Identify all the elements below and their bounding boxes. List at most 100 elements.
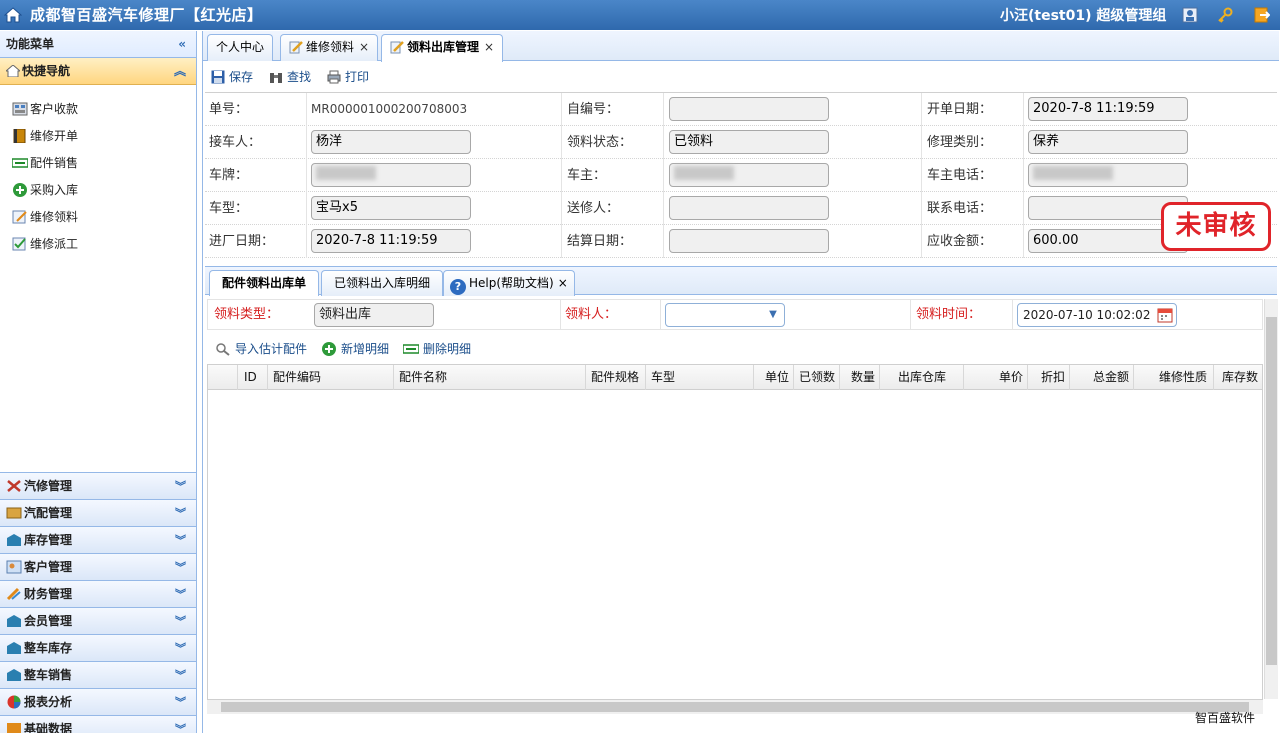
scroll-thumb[interactable] bbox=[221, 702, 1249, 712]
cell-divider bbox=[663, 126, 664, 159]
cell-divider bbox=[1023, 126, 1024, 159]
home-icon[interactable] bbox=[4, 7, 22, 23]
quick-item-repair-materials[interactable]: 维修领料 bbox=[0, 207, 196, 234]
entry-date-field[interactable]: 2020-7-8 11:19:59 bbox=[311, 229, 471, 253]
column-header[interactable]: 单价 bbox=[964, 365, 1028, 390]
import-label: 导入估计配件 bbox=[235, 342, 308, 356]
quick-item-dispatch[interactable]: 维修派工 bbox=[0, 234, 196, 261]
logout-icon[interactable] bbox=[1254, 7, 1270, 23]
open-date-label: 开单日期： bbox=[927, 102, 993, 117]
column-header[interactable]: 维修性质 bbox=[1134, 365, 1214, 390]
owner-phone-field[interactable] bbox=[1028, 163, 1188, 187]
column-header[interactable]: 已领数 bbox=[794, 365, 840, 390]
collapse-up-icon[interactable]: ︽ bbox=[174, 58, 186, 85]
footer-brand: 智百盛软件 bbox=[1195, 711, 1256, 725]
parts-grid: ID 配件编码 配件名称 配件规格 车型 单位 已领数 数量 出库仓库 单价 折… bbox=[207, 364, 1263, 700]
quick-item-customer-payment[interactable]: 客户收款 bbox=[0, 99, 196, 126]
close-tab-icon[interactable]: × bbox=[558, 276, 568, 290]
column-header[interactable]: 出库仓库 bbox=[880, 365, 964, 390]
status-field[interactable]: 已领料 bbox=[669, 130, 829, 154]
tab-materials-out-management[interactable]: 领料出库管理 × bbox=[381, 34, 504, 62]
tab-in-out-details[interactable]: 已领料出入库明细 bbox=[321, 270, 444, 296]
repair-type-field[interactable]: 保养 bbox=[1028, 130, 1188, 154]
close-tab-icon[interactable]: × bbox=[484, 40, 494, 54]
type-field[interactable]: 领料出库 bbox=[314, 303, 434, 327]
print-button[interactable]: 打印 bbox=[327, 68, 369, 86]
printer-icon bbox=[327, 70, 341, 84]
cell-divider bbox=[660, 300, 661, 329]
pencil-icon bbox=[289, 41, 303, 54]
self-no-field[interactable] bbox=[669, 97, 829, 121]
form-row: 单号： MR000001000200708003 自编号： 开单日期： 2020… bbox=[205, 93, 1277, 126]
menu-section-reports[interactable]: 报表分析 ︾ bbox=[0, 688, 196, 715]
search-button[interactable]: 查找 bbox=[269, 68, 311, 86]
calendar-icon[interactable] bbox=[1157, 307, 1173, 323]
receiver-field[interactable]: 杨洋 bbox=[311, 130, 471, 154]
close-tab-icon[interactable]: × bbox=[359, 40, 369, 54]
column-header[interactable]: 单位 bbox=[754, 365, 794, 390]
column-header-checkbox[interactable] bbox=[208, 365, 238, 390]
tab-personal-center[interactable]: 个人中心 bbox=[207, 34, 274, 61]
tab-label: 配件领料出库单 bbox=[222, 276, 307, 290]
menu-section-label: 汽配管理 bbox=[24, 506, 73, 520]
contact-label: 联系电话： bbox=[927, 201, 993, 216]
tab-parts-out-order[interactable]: 配件领料出库单 bbox=[209, 270, 320, 296]
help-icon: ? bbox=[450, 279, 466, 295]
tab-repair-materials[interactable]: 维修领料 × bbox=[280, 34, 379, 61]
order-no-value: MR000001000200708003 bbox=[311, 102, 468, 116]
column-header[interactable]: 库存数 bbox=[1214, 365, 1262, 390]
cell-divider bbox=[921, 93, 922, 126]
quick-item-repair-order[interactable]: 维修开单 bbox=[0, 126, 196, 153]
owner-label: 车主： bbox=[567, 168, 607, 183]
import-estimate-button[interactable]: 导入估计配件 bbox=[215, 340, 307, 358]
save-button[interactable]: 保存 bbox=[211, 68, 253, 86]
delete-label: 删除明细 bbox=[423, 342, 472, 356]
delete-detail-button[interactable]: 删除明细 bbox=[403, 340, 471, 358]
settle-date-field[interactable] bbox=[669, 229, 829, 253]
menu-section-customers[interactable]: 客户管理 ︾ bbox=[0, 553, 196, 580]
menu-section-finance[interactable]: 财务管理 ︾ bbox=[0, 580, 196, 607]
menu-section-members[interactable]: 会员管理 ︾ bbox=[0, 607, 196, 634]
column-header[interactable]: 总金额 bbox=[1070, 365, 1134, 390]
model-field[interactable]: 宝马x5 bbox=[311, 196, 471, 220]
time-label: 领料时间： bbox=[916, 307, 982, 322]
tab-help[interactable]: ? Help(帮助文档) × bbox=[443, 270, 575, 296]
collapse-sidebar-icon[interactable]: « bbox=[178, 31, 186, 58]
menu-section-inventory[interactable]: 库存管理 ︾ bbox=[0, 526, 196, 553]
sidebar-heading: 功能菜单 « bbox=[0, 31, 196, 58]
quick-item-purchase-in[interactable]: 采购入库 bbox=[0, 180, 196, 207]
sender-field[interactable] bbox=[669, 196, 829, 220]
menu-section-vehicle-sales[interactable]: 整车销售 ︾ bbox=[0, 661, 196, 688]
column-header[interactable]: 折扣 bbox=[1028, 365, 1070, 390]
tab-label: 个人中心 bbox=[216, 40, 265, 54]
owner-field[interactable] bbox=[669, 163, 829, 187]
time-field[interactable]: 2020-07-10 10:02:02 bbox=[1017, 303, 1177, 327]
cell-divider bbox=[1012, 300, 1013, 329]
menu-section-auto-parts[interactable]: 汽配管理 ︾ bbox=[0, 499, 196, 526]
open-date-field[interactable]: 2020-7-8 11:19:59 bbox=[1028, 97, 1188, 121]
vertical-scrollbar[interactable] bbox=[1264, 299, 1278, 699]
user-card-icon[interactable] bbox=[1182, 7, 1198, 23]
horizontal-scrollbar[interactable] bbox=[207, 700, 1263, 714]
grid-header: ID 配件编码 配件名称 配件规格 车型 单位 已领数 数量 出库仓库 单价 折… bbox=[208, 365, 1262, 390]
scroll-thumb[interactable] bbox=[1266, 317, 1277, 665]
add-detail-button[interactable]: 新增明细 bbox=[321, 340, 389, 358]
cell-divider bbox=[921, 159, 922, 192]
menu-section-vehicle-stock[interactable]: 整车库存 ︾ bbox=[0, 634, 196, 661]
quick-item-parts-sales[interactable]: 配件销售 bbox=[0, 153, 196, 180]
expand-down-icon: ︾ bbox=[175, 642, 186, 655]
column-header[interactable]: 配件规格 bbox=[586, 365, 646, 390]
cell-divider bbox=[306, 126, 307, 159]
quick-nav-header[interactable]: 快捷导航 ︽ bbox=[0, 58, 196, 85]
column-header[interactable]: 车型 bbox=[646, 365, 754, 390]
menu-section-auto-repair[interactable]: 汽修管理 ︾ bbox=[0, 472, 196, 499]
cell-divider bbox=[1023, 93, 1024, 126]
person-select[interactable]: ▼ bbox=[665, 303, 785, 327]
column-header[interactable]: 配件名称 bbox=[394, 365, 586, 390]
plate-field[interactable] bbox=[311, 163, 471, 187]
column-header[interactable]: ID bbox=[238, 365, 268, 390]
column-header[interactable]: 数量 bbox=[840, 365, 880, 390]
menu-section-basic-data[interactable]: 基础数据 ︾ bbox=[0, 715, 196, 733]
column-header[interactable]: 配件编码 bbox=[268, 365, 394, 390]
key-icon[interactable] bbox=[1217, 7, 1233, 23]
